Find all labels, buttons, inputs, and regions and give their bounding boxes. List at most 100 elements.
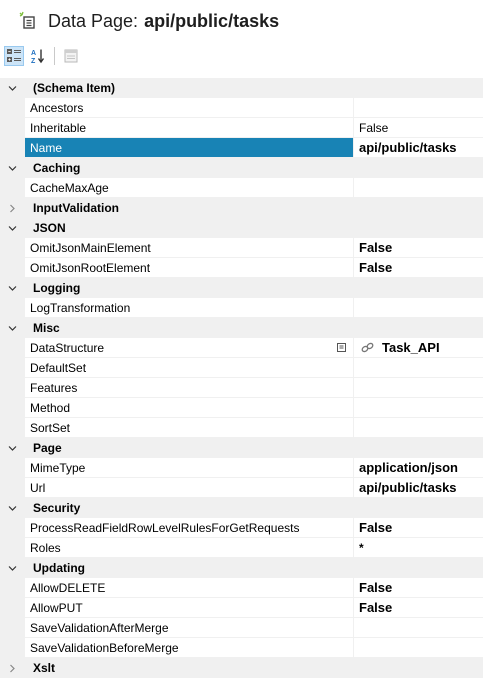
- category-toggle[interactable]: [0, 158, 25, 178]
- property-value[interactable]: [354, 618, 483, 637]
- category-toggle[interactable]: [0, 438, 25, 458]
- property-row[interactable]: OmitJsonRootElement False: [0, 258, 483, 278]
- property-value[interactable]: [354, 398, 483, 417]
- property-name[interactable]: CacheMaxAge: [25, 178, 354, 197]
- category-row[interactable]: Logging: [0, 278, 483, 298]
- property-name[interactable]: Method: [25, 398, 354, 417]
- property-row[interactable]: DefaultSet: [0, 358, 483, 378]
- category-row[interactable]: Security: [0, 498, 483, 518]
- property-value-text: api/public/tasks: [359, 139, 457, 155]
- property-row[interactable]: Ancestors: [0, 98, 483, 118]
- property-row[interactable]: MimeType application/json: [0, 458, 483, 478]
- alphabetical-view-button[interactable]: A Z: [28, 46, 48, 66]
- category-row[interactable]: Page: [0, 438, 483, 458]
- property-value[interactable]: Task_API: [354, 338, 483, 357]
- property-name[interactable]: SortSet: [25, 418, 354, 437]
- property-value[interactable]: [354, 358, 483, 377]
- category-toggle[interactable]: [0, 498, 25, 518]
- property-row[interactable]: AllowDELETE False: [0, 578, 483, 598]
- property-name[interactable]: Ancestors: [25, 98, 354, 117]
- category-row[interactable]: (Schema Item): [0, 78, 483, 98]
- property-value[interactable]: [354, 418, 483, 437]
- property-value[interactable]: False: [354, 118, 483, 137]
- category-toggle[interactable]: [0, 78, 25, 98]
- property-row[interactable]: Roles *: [0, 538, 483, 558]
- property-row[interactable]: OmitJsonMainElement False: [0, 238, 483, 258]
- category-label: Caching: [33, 161, 81, 175]
- category-row[interactable]: JSON: [0, 218, 483, 238]
- property-value[interactable]: False: [354, 598, 483, 617]
- property-name[interactable]: Roles: [25, 538, 354, 557]
- property-name-label: CacheMaxAge: [30, 180, 109, 195]
- property-pages-button[interactable]: [61, 46, 81, 66]
- property-value[interactable]: [354, 378, 483, 397]
- property-row[interactable]: DataStructure Task_API: [0, 338, 483, 358]
- property-row[interactable]: Features: [0, 378, 483, 398]
- chevron-down-icon[interactable]: [8, 224, 17, 233]
- chevron-down-icon[interactable]: [8, 444, 17, 453]
- property-name[interactable]: DefaultSet: [25, 358, 354, 377]
- category-row[interactable]: InputValidation: [0, 198, 483, 218]
- property-row[interactable]: Url api/public/tasks: [0, 478, 483, 498]
- category-label: Logging: [33, 281, 81, 295]
- category-row[interactable]: Caching: [0, 158, 483, 178]
- property-value[interactable]: [354, 98, 483, 117]
- property-name[interactable]: ProcessReadFieldRowLevelRulesForGetReque…: [25, 518, 354, 537]
- chevron-down-icon[interactable]: [8, 284, 17, 293]
- property-name[interactable]: DataStructure: [25, 338, 354, 357]
- chevron-down-icon[interactable]: [8, 504, 17, 513]
- property-value[interactable]: [354, 638, 483, 657]
- property-row[interactable]: Name api/public/tasks: [0, 138, 483, 158]
- category-toggle[interactable]: [0, 318, 25, 338]
- category-toggle[interactable]: [0, 198, 25, 218]
- property-name[interactable]: Url: [25, 478, 354, 497]
- chevron-right-icon[interactable]: [8, 204, 17, 213]
- category-toggle[interactable]: [0, 658, 25, 678]
- category-row[interactable]: Xslt: [0, 658, 483, 678]
- property-name-label: ProcessReadFieldRowLevelRulesForGetReque…: [30, 520, 300, 535]
- category-toggle[interactable]: [0, 558, 25, 578]
- property-value[interactable]: *: [354, 538, 483, 557]
- property-row[interactable]: Inheritable False: [0, 118, 483, 138]
- property-value[interactable]: False: [354, 518, 483, 537]
- property-name[interactable]: Inheritable: [25, 118, 354, 137]
- property-name[interactable]: SaveValidationBeforeMerge: [25, 638, 354, 657]
- chevron-right-icon[interactable]: [8, 664, 17, 673]
- property-value[interactable]: application/json: [354, 458, 483, 477]
- property-name[interactable]: Name: [25, 138, 354, 157]
- property-value[interactable]: api/public/tasks: [354, 478, 483, 497]
- property-value[interactable]: [354, 298, 483, 317]
- property-value[interactable]: api/public/tasks: [354, 138, 483, 157]
- property-row[interactable]: SortSet: [0, 418, 483, 438]
- property-value[interactable]: [354, 178, 483, 197]
- property-row[interactable]: CacheMaxAge: [0, 178, 483, 198]
- property-name[interactable]: SaveValidationAfterMerge: [25, 618, 354, 637]
- property-name[interactable]: Features: [25, 378, 354, 397]
- property-row[interactable]: LogTransformation: [0, 298, 483, 318]
- property-name[interactable]: OmitJsonMainElement: [25, 238, 354, 257]
- property-name[interactable]: AllowPUT: [25, 598, 354, 617]
- category-row[interactable]: Updating: [0, 558, 483, 578]
- chevron-down-icon[interactable]: [8, 564, 17, 573]
- property-row[interactable]: AllowPUT False: [0, 598, 483, 618]
- category-row[interactable]: Misc: [0, 318, 483, 338]
- property-row[interactable]: SaveValidationBeforeMerge: [0, 638, 483, 658]
- category-toggle[interactable]: [0, 218, 25, 238]
- category-toggle[interactable]: [0, 278, 25, 298]
- property-row[interactable]: SaveValidationAfterMerge: [0, 618, 483, 638]
- property-editor-icon[interactable]: [337, 343, 346, 352]
- property-name[interactable]: OmitJsonRootElement: [25, 258, 354, 277]
- chevron-down-icon[interactable]: [8, 164, 17, 173]
- chevron-down-icon[interactable]: [8, 324, 17, 333]
- categorized-view-button[interactable]: [4, 46, 24, 66]
- property-name[interactable]: AllowDELETE: [25, 578, 354, 597]
- property-value[interactable]: False: [354, 258, 483, 277]
- property-value[interactable]: False: [354, 238, 483, 257]
- property-row[interactable]: Method: [0, 398, 483, 418]
- property-name[interactable]: MimeType: [25, 458, 354, 477]
- property-name[interactable]: LogTransformation: [25, 298, 354, 317]
- chevron-down-icon[interactable]: [8, 84, 17, 93]
- property-value[interactable]: False: [354, 578, 483, 597]
- property-row[interactable]: ProcessReadFieldRowLevelRulesForGetReque…: [0, 518, 483, 538]
- row-gutter: [0, 638, 25, 657]
